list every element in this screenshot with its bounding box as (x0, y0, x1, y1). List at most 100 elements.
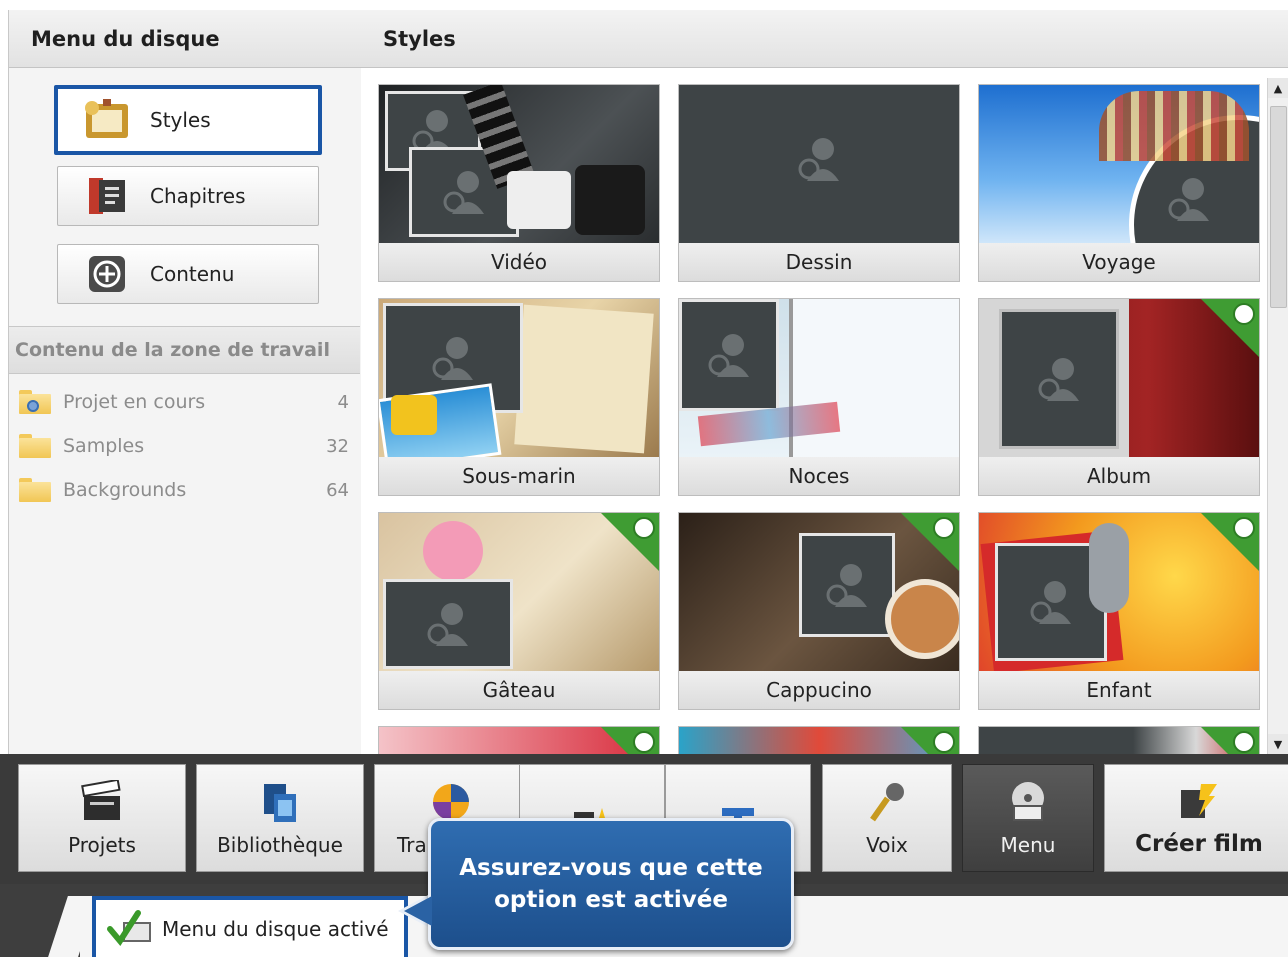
style-thumbnail (379, 513, 659, 671)
download-badge[interactable] (901, 727, 959, 754)
style-label: Cappucino (679, 671, 959, 709)
folder-item-backgrounds[interactable]: Backgrounds 64 (19, 470, 349, 510)
folder-name: Projet en cours (63, 391, 206, 413)
create-film-button[interactable]: Créer film (1104, 764, 1288, 872)
folder-name: Backgrounds (63, 479, 187, 501)
styles-panel-title: Styles (361, 10, 1288, 68)
folder-icon (19, 434, 51, 458)
folder-count: 4 (337, 391, 349, 413)
folder-count: 64 (326, 479, 349, 501)
style-label: Dessin (679, 243, 959, 281)
voice-button-label: Voix (866, 833, 908, 857)
download-icon (633, 731, 655, 753)
styles-button[interactable]: Styles (54, 85, 322, 155)
sidebar: Menu du disque Styles Chapitres Contenu … (8, 10, 362, 754)
style-thumbnail (379, 727, 659, 754)
content-button[interactable]: Contenu (57, 244, 319, 304)
style-thumbnail (379, 85, 659, 243)
library-button[interactable]: Bibliothèque (196, 764, 364, 872)
frame-icon (82, 99, 132, 141)
style-thumbnail (979, 299, 1259, 457)
download-icon (933, 731, 955, 753)
scrollbar-thumb[interactable] (1270, 106, 1287, 308)
style-thumbnail (979, 727, 1259, 754)
download-icon (1233, 731, 1255, 753)
style-tile-video[interactable]: Vidéo (378, 84, 660, 282)
folder-item-samples[interactable]: Samples 32 (19, 426, 349, 466)
disc-menu-enabled-checkbox[interactable]: Menu du disque activé (92, 896, 408, 957)
transitions-button-label: Tra (397, 833, 427, 857)
checkmark-menu-icon (106, 909, 154, 949)
add-circle-icon (82, 253, 132, 295)
menu-button[interactable]: Menu (962, 764, 1094, 872)
style-tile-gateau[interactable]: Gâteau (378, 512, 660, 710)
download-badge[interactable] (601, 513, 659, 571)
style-tile-cappucino[interactable]: Cappucino (678, 512, 960, 710)
style-label: Vidéo (379, 243, 659, 281)
folder-item-current-project[interactable]: Projet en cours 4 (19, 382, 349, 422)
style-tile-voyage[interactable]: Voyage (978, 84, 1260, 282)
tooltip-callout: Assurez-vous que cette option est activé… (428, 818, 794, 950)
styles-panel: Styles Vidéo Dessin Voyage Sous-marin No… (361, 10, 1288, 754)
download-badge[interactable] (601, 727, 659, 754)
style-thumbnail (979, 85, 1259, 243)
chapters-button[interactable]: Chapitres (57, 166, 319, 226)
chapter-book-icon (82, 175, 132, 217)
style-label: Voyage (979, 243, 1259, 281)
style-label: Album (979, 457, 1259, 495)
content-button-label: Contenu (150, 262, 235, 286)
callout-tail-inner (404, 896, 432, 926)
chapters-button-label: Chapitres (150, 184, 246, 208)
sidebar-title: Menu du disque (9, 10, 361, 68)
style-tile-partial[interactable] (378, 726, 660, 754)
style-tile-enfant[interactable]: Enfant (978, 512, 1260, 710)
style-label: Sous-marin (379, 457, 659, 495)
menu-button-label: Menu (1000, 833, 1056, 857)
styles-grid: Vidéo Dessin Voyage Sous-marin Noces Alb… (378, 84, 1262, 754)
scroll-up-arrow-icon[interactable]: ▲ (1268, 78, 1288, 98)
style-tile-sous-marin[interactable]: Sous-marin (378, 298, 660, 496)
create-film-button-label: Créer film (1135, 831, 1263, 857)
style-tile-album[interactable]: Album (978, 298, 1260, 496)
voice-button[interactable]: Voix (822, 764, 952, 872)
style-label: Gâteau (379, 671, 659, 709)
style-tile-dessin[interactable]: Dessin (678, 84, 960, 282)
download-badge[interactable] (901, 513, 959, 571)
download-icon (1233, 303, 1255, 325)
scroll-down-arrow-icon[interactable]: ▼ (1268, 734, 1288, 754)
disc-menu-icon (1004, 779, 1052, 825)
style-label: Noces (679, 457, 959, 495)
style-thumbnail (679, 513, 959, 671)
clapperboard-icon (78, 779, 126, 825)
styles-button-label: Styles (150, 108, 211, 132)
library-button-label: Bibliothèque (217, 833, 343, 857)
style-thumbnail (979, 513, 1259, 671)
folder-count: 32 (326, 435, 349, 457)
style-thumbnail (379, 299, 659, 457)
download-icon (933, 517, 955, 539)
projects-button[interactable]: Projets (18, 764, 186, 872)
style-thumbnail (679, 299, 959, 457)
style-thumbnail (679, 727, 959, 754)
style-thumbnail (679, 85, 959, 243)
download-icon (633, 517, 655, 539)
folder-name: Samples (63, 435, 145, 457)
workarea-title: Contenu de la zone de travail (9, 326, 360, 374)
microphone-icon (863, 779, 911, 825)
styles-scrollbar[interactable]: ▲ ▼ (1267, 78, 1288, 754)
download-badge[interactable] (1201, 727, 1259, 754)
project-folder-icon (19, 390, 51, 414)
style-tile-partial[interactable] (678, 726, 960, 754)
download-badge[interactable] (1201, 299, 1259, 357)
filmstrip-icon (256, 779, 304, 825)
download-icon (1233, 517, 1255, 539)
style-tile-noces[interactable]: Noces (678, 298, 960, 496)
projects-button-label: Projets (68, 833, 136, 857)
style-label: Enfant (979, 671, 1259, 709)
folder-icon (19, 478, 51, 502)
callout-text: Assurez-vous que cette option est activé… (459, 855, 763, 913)
create-film-icon (1175, 777, 1223, 823)
download-badge[interactable] (1201, 513, 1259, 571)
disc-menu-enabled-label: Menu du disque activé (162, 916, 389, 941)
style-tile-partial[interactable] (978, 726, 1260, 754)
